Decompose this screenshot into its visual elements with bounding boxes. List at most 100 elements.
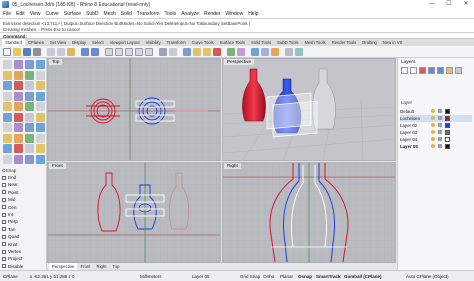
visibility-bulb-icon[interactable] (431, 123, 435, 128)
osnap-checkbox[interactable] (2, 227, 6, 232)
lock-icon[interactable] (438, 130, 442, 135)
layer-row[interactable]: Layer 05 (400, 143, 472, 150)
undo-icon[interactable] (81, 47, 89, 56)
show-icon[interactable] (203, 47, 211, 56)
ellipse-icon[interactable] (25, 70, 34, 80)
block-icon[interactable] (25, 144, 34, 153)
analyze-icon[interactable] (36, 144, 45, 153)
tab-mesh-tools[interactable]: Mesh Tools (301, 39, 328, 46)
split-icon[interactable] (14, 112, 23, 122)
point-icon[interactable] (14, 60, 23, 69)
subd-icon[interactable] (14, 154, 23, 164)
new-layer-icon[interactable] (401, 67, 408, 74)
shaded-icon[interactable] (251, 47, 259, 56)
lock-icon[interactable] (213, 47, 221, 56)
view-tab-perspective[interactable]: Perspective (49, 263, 78, 270)
freeform-icon[interactable] (14, 81, 23, 90)
scale-icon[interactable] (36, 123, 45, 132)
osnap-toggle[interactable]: Osnap (298, 274, 312, 279)
viewport-perspective[interactable]: Perspective (222, 58, 396, 161)
render-icon[interactable] (271, 47, 279, 56)
render-icon[interactable] (25, 154, 34, 164)
zoom-icon[interactable] (125, 47, 133, 56)
move-icon[interactable] (3, 123, 12, 132)
sphere-icon[interactable] (36, 91, 45, 101)
menu-render[interactable]: Render (204, 11, 220, 17)
viewport-right[interactable]: Right (222, 162, 396, 263)
tab-drafting[interactable]: Drafting (359, 39, 380, 46)
view-tab-front[interactable]: Front (77, 263, 93, 270)
layer-color-swatch[interactable] (445, 116, 450, 121)
properties-icon[interactable] (237, 47, 245, 56)
mesh-icon[interactable] (3, 154, 12, 164)
layer-color-swatch[interactable] (445, 109, 450, 114)
osnap-item[interactable]: End (2, 175, 16, 180)
viewport-label-right[interactable]: Right (224, 163, 241, 169)
osnap-checkbox[interactable] (2, 205, 6, 210)
smarttrack-toggle[interactable]: SmartTrack (316, 274, 341, 279)
box-icon[interactable] (25, 91, 34, 101)
menu-edit[interactable]: Edit (16, 11, 25, 17)
copy-icon[interactable] (57, 47, 65, 56)
tab-select[interactable]: Select (89, 39, 107, 46)
tab-cplanes[interactable]: CPlanes (25, 39, 47, 46)
explode-icon[interactable] (36, 112, 45, 122)
osnap-checkbox[interactable] (2, 219, 6, 224)
menu-transform[interactable]: Transform (137, 11, 160, 17)
cplane-icon[interactable] (169, 47, 177, 56)
visibility-bulb-icon[interactable] (431, 137, 435, 142)
tab-viewport-layout[interactable]: Viewport Layout (107, 39, 143, 46)
layer-row[interactable]: Default (400, 108, 472, 115)
view-tab-right[interactable]: Right (93, 263, 109, 270)
osnap-checkbox[interactable] (2, 175, 6, 180)
open-folder-icon[interactable] (13, 47, 21, 56)
view-tab-top[interactable]: Top (110, 263, 123, 270)
hide-icon[interactable] (193, 47, 201, 56)
tab-curve-tools[interactable]: Curve Tools (189, 39, 217, 46)
move-up-icon[interactable] (428, 67, 435, 74)
extrude-icon[interactable] (36, 81, 45, 90)
gumball-toggle[interactable]: Gumball (CPlane) (344, 274, 382, 279)
layer-row[interactable]: Layer 04 (400, 136, 472, 143)
minimize-button[interactable]: — (424, 0, 440, 9)
lock-icon[interactable] (438, 116, 442, 121)
curve-icon[interactable] (36, 60, 45, 69)
layer-row[interactable]: Layer 03 (400, 129, 472, 136)
grid-snap-toggle[interactable]: Grid Snap (240, 274, 260, 279)
tab-visibility[interactable]: Visibility (143, 39, 164, 46)
command-line[interactable]: Command: (0, 32, 474, 39)
cylinder-icon[interactable] (3, 102, 12, 111)
tab-render-tools[interactable]: Render Tools (329, 39, 360, 46)
trim-icon[interactable] (3, 112, 12, 122)
osnap-item[interactable]: Point (2, 190, 18, 195)
planar-toggle[interactable]: Planar (280, 274, 293, 279)
revolve-icon[interactable] (14, 91, 23, 101)
layer-color-swatch[interactable] (445, 130, 450, 135)
osnap-item[interactable]: Disable (2, 264, 23, 269)
osnap-checkbox[interactable] (2, 197, 6, 202)
lock-icon[interactable] (438, 144, 442, 149)
menu-analyze[interactable]: Analyze (181, 11, 199, 17)
polyline-icon[interactable] (25, 60, 34, 69)
osnap-checkbox[interactable] (2, 264, 6, 269)
select-icon[interactable] (3, 60, 12, 69)
pan-icon[interactable] (105, 47, 113, 56)
tab-set-view[interactable]: Set View (47, 39, 69, 46)
osnap-item[interactable]: Perp (2, 219, 18, 224)
tab-display[interactable]: Display (69, 39, 89, 46)
cone-icon[interactable] (14, 102, 23, 111)
move-down-icon[interactable] (437, 67, 444, 74)
layer-icon[interactable] (227, 47, 235, 56)
new-sublayer-icon[interactable] (410, 67, 417, 74)
osnap-checkbox[interactable] (2, 242, 6, 247)
redo-icon[interactable] (91, 47, 99, 56)
osnap-item[interactable]: Vertex (2, 249, 21, 254)
menu-curve[interactable]: Curve (45, 11, 58, 17)
surface-icon[interactable] (25, 81, 34, 90)
array-icon[interactable] (14, 133, 23, 143)
join-icon[interactable] (25, 112, 34, 122)
osnap-item[interactable]: Project (2, 256, 22, 261)
viewport-label-top[interactable]: Top (49, 59, 63, 65)
lock-icon[interactable] (438, 109, 442, 114)
current-layer-label[interactable]: Layer 05 (192, 274, 210, 279)
